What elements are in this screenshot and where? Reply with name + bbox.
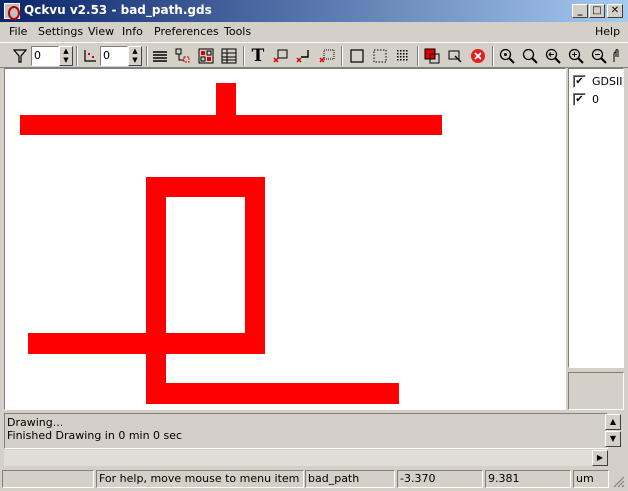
filter-level-stepper[interactable]: ▲ ▼: [59, 46, 73, 66]
layer-checkbox[interactable]: ✔: [573, 74, 586, 88]
toolbar-separator: [341, 46, 343, 66]
select-dotted-box-icon[interactable]: [370, 46, 390, 66]
status-empty-pane: [2, 470, 94, 488]
box-left-path[interactable]: [146, 177, 166, 404]
layers-stack-icon[interactable]: [150, 46, 170, 66]
hierarchy-depth-input[interactable]: 0: [100, 46, 128, 66]
toolbar-separator: [243, 46, 245, 66]
app-icon[interactable]: [4, 3, 20, 20]
zoom-in-icon[interactable]: [566, 46, 586, 66]
layout-geometry: [20, 83, 442, 404]
close-button[interactable]: ✕: [607, 4, 623, 18]
top-horizontal-path[interactable]: [20, 115, 442, 135]
filter-level-input[interactable]: 0: [31, 46, 59, 66]
layer-label: GDSII: [592, 74, 623, 88]
zoom-fit-icon[interactable]: [497, 46, 517, 66]
fill-color-icon[interactable]: [422, 46, 442, 66]
layer-row-gdsii[interactable]: ✔ GDSII: [573, 73, 622, 89]
box-right-path[interactable]: [245, 177, 265, 354]
hierarchy-depth-icon[interactable]: [80, 46, 100, 66]
layer-checkbox[interactable]: ✔: [573, 92, 586, 106]
menu-info[interactable]: Info: [122, 25, 143, 38]
dot-grid-icon[interactable]: [393, 46, 413, 66]
minimize-button[interactable]: _: [572, 4, 588, 18]
cell-hierarchy-icon[interactable]: [173, 46, 193, 66]
toolbar-separator: [76, 46, 78, 66]
log-line: Drawing...: [7, 416, 64, 429]
top-vertical-stub-path[interactable]: [216, 83, 236, 117]
zoom-window-icon[interactable]: [520, 46, 540, 66]
menu-help[interactable]: Help: [595, 25, 620, 38]
maximize-button[interactable]: □: [589, 4, 605, 18]
grid-delete-icon[interactable]: [317, 46, 337, 66]
menu-view[interactable]: View: [88, 25, 114, 38]
middle-horizontal-path[interactable]: [28, 333, 265, 354]
zoom-out-icon[interactable]: [589, 46, 609, 66]
status-x-coordinate: -3.370: [397, 470, 483, 488]
status-cell-name: bad_path: [305, 470, 395, 488]
status-help-text: For help, move mouse to menu item or too…: [96, 470, 304, 488]
layer-row-0[interactable]: ✔ 0: [573, 91, 599, 107]
horizontal-scrollbar[interactable]: ▶: [4, 450, 608, 466]
path-delete-icon[interactable]: [294, 46, 314, 66]
log-scrollbar[interactable]: ▲ ▼: [605, 414, 621, 448]
toolbar-separator: [492, 46, 494, 66]
log-line: Finished Drawing in 0 min 0 sec: [7, 429, 183, 442]
status-y-coordinate: 9.381: [485, 470, 571, 488]
menu-preferences[interactable]: Preferences: [154, 25, 219, 38]
menu-tools[interactable]: Tools: [224, 25, 251, 38]
layer-label: 0: [592, 92, 599, 106]
scroll-up-button[interactable]: ▲: [605, 414, 621, 430]
status-units: um: [573, 470, 609, 488]
drawing-canvas[interactable]: [4, 68, 566, 410]
window-title: Qckvu v2.53 - bad_path.gds: [24, 3, 212, 17]
select-box-icon[interactable]: [347, 46, 367, 66]
toolbar-separator: [417, 46, 419, 66]
menu-file[interactable]: File: [9, 25, 27, 38]
scroll-right-button[interactable]: ▶: [592, 450, 608, 466]
stop-icon[interactable]: [468, 46, 488, 66]
menu-bar: File Settings View Info Preferences Tool…: [0, 22, 628, 42]
bottom-horizontal-path[interactable]: [146, 383, 399, 404]
layer-panel-lower: [568, 372, 624, 410]
resize-grip-icon[interactable]: [611, 474, 625, 488]
pan-hand-icon[interactable]: [610, 46, 626, 66]
filter-icon[interactable]: [10, 46, 30, 66]
layer-panel: ✔ GDSII ✔ 0: [568, 68, 624, 368]
array-icon[interactable]: [196, 46, 216, 66]
table-grid-icon[interactable]: [219, 46, 239, 66]
message-log: Drawing... Finished Drawing in 0 min 0 s…: [4, 413, 608, 449]
status-bar: For help, move mouse to menu item or too…: [0, 468, 628, 491]
hierarchy-depth-stepper[interactable]: ▲ ▼: [128, 46, 142, 66]
zoom-previous-icon[interactable]: [543, 46, 563, 66]
toolbar-separator: [146, 46, 148, 66]
title-bar[interactable]: Qckvu v2.53 - bad_path.gds _ □ ✕: [0, 0, 628, 22]
text-label-icon[interactable]: T: [248, 46, 268, 66]
toolbar: 0 ▲ ▼ 0 ▲ ▼ T: [0, 42, 628, 68]
box-delete-icon[interactable]: [271, 46, 291, 66]
menu-settings[interactable]: Settings: [38, 25, 83, 38]
outline-tool-icon[interactable]: [445, 46, 465, 66]
scroll-down-button[interactable]: ▼: [605, 431, 621, 447]
